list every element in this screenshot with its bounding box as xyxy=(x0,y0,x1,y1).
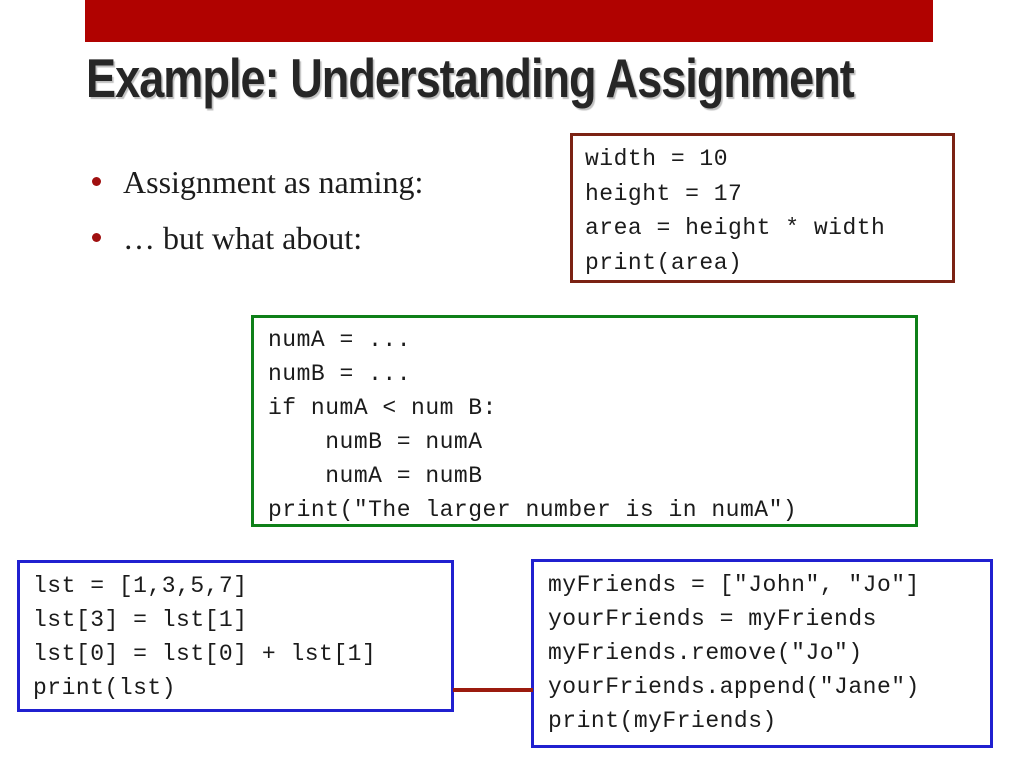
bullet-dot-icon xyxy=(92,233,101,242)
code-text-red: width = 10 height = 17 area = height * w… xyxy=(585,146,886,276)
code-block-green: numA = ... numB = ... if numA < num B: n… xyxy=(251,315,918,527)
list-item: Assignment as naming: xyxy=(92,163,542,201)
bullet-text: … but what about: xyxy=(123,220,363,256)
code-text-blue-left: lst = [1,3,5,7] lst[3] = lst[1] lst[0] =… xyxy=(33,573,377,701)
code-block-blue-right: myFriends = ["John", "Jo"] yourFriends =… xyxy=(531,559,993,748)
list-item: … but what about: xyxy=(92,219,542,257)
header-accent-bar xyxy=(85,0,933,42)
slide-canvas: Example: Understanding Assignment Assign… xyxy=(0,0,1024,768)
bullet-list: Assignment as naming: … but what about: xyxy=(92,163,542,275)
code-text-green: numA = ... numB = ... if numA < num B: n… xyxy=(268,327,798,523)
bullet-text: Assignment as naming: xyxy=(123,164,424,200)
connector-line xyxy=(453,688,533,692)
code-block-red: width = 10 height = 17 area = height * w… xyxy=(570,133,955,283)
page-title: Example: Understanding Assignment xyxy=(86,47,855,109)
code-block-blue-left: lst = [1,3,5,7] lst[3] = lst[1] lst[0] =… xyxy=(17,560,454,712)
code-text-blue-right: myFriends = ["John", "Jo"] yourFriends =… xyxy=(548,572,920,734)
bullet-dot-icon xyxy=(92,177,101,186)
